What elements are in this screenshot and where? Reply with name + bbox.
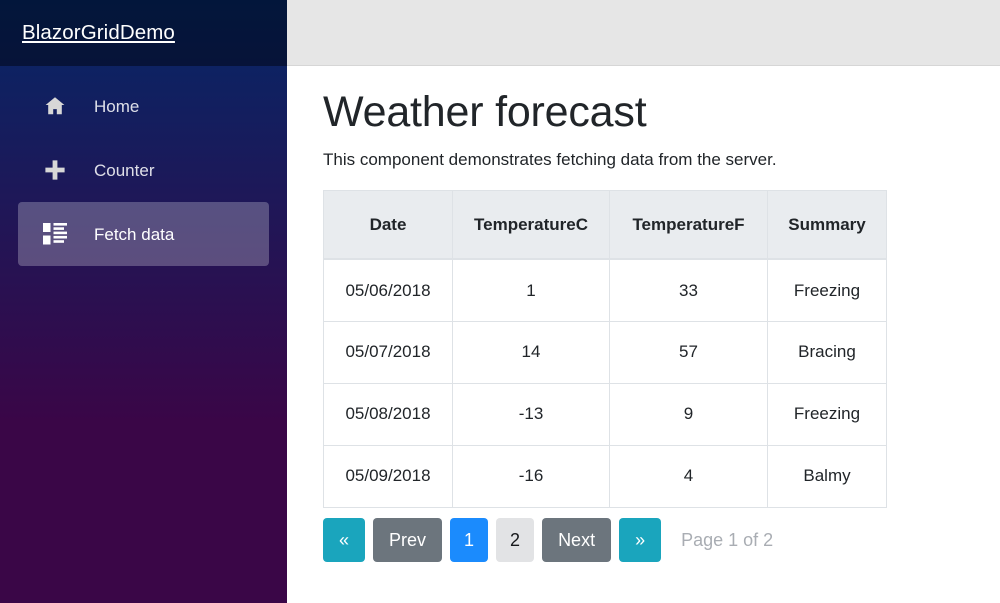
cell-temperature-c: -16 (452, 444, 610, 508)
sidebar-item-home[interactable]: Home (18, 74, 269, 138)
cell-date: 05/07/2018 (323, 320, 453, 384)
page-content: Weather forecast This component demonstr… (287, 66, 1000, 603)
grid-wrapper: Date TemperatureC TemperatureF Summary 0… (323, 189, 887, 562)
sidebar-item-fetch-data-inner: Fetch data (18, 202, 269, 266)
sidebar-item-home-inner: Home (18, 74, 269, 138)
cell-temperature-c: 14 (452, 320, 610, 384)
cell-temperature-f: 4 (609, 444, 768, 508)
cell-temperature-f: 33 (609, 258, 768, 322)
cell-date: 05/08/2018 (323, 382, 453, 446)
cell-summary: Freezing (767, 382, 887, 446)
page-title: Weather forecast (323, 88, 647, 136)
sidebar-item-fetch-data[interactable]: Fetch data (18, 202, 269, 266)
table-head: Date TemperatureC TemperatureF Summary (323, 189, 887, 261)
cell-date: 05/06/2018 (323, 258, 453, 322)
table-header-row: Date TemperatureC TemperatureF Summary (323, 189, 887, 261)
column-header-temperature-f[interactable]: TemperatureF (609, 189, 768, 261)
brand-link[interactable]: BlazorGridDemo (22, 22, 175, 44)
sidebar-item-counter-inner: Counter (18, 138, 269, 202)
cell-summary: Bracing (767, 320, 887, 384)
sidebar-item-counter-label: Counter (94, 160, 155, 180)
column-header-summary[interactable]: Summary (767, 189, 887, 261)
cell-date: 05/09/2018 (323, 444, 453, 508)
app-root: BlazorGridDemo Home Counter Fetch data W… (0, 0, 1000, 603)
sidebar-header: BlazorGridDemo (0, 0, 287, 66)
plus-icon (42, 157, 68, 183)
top-bar (287, 0, 1000, 66)
main-area: Weather forecast This component demonstr… (287, 0, 1000, 603)
cell-temperature-f: 57 (609, 320, 768, 384)
pagination-page-2-button[interactable]: 2 (496, 517, 535, 562)
sidebar-item-fetch-data-label: Fetch data (94, 224, 175, 244)
sidebar-item-counter[interactable]: Counter (18, 138, 269, 202)
table-row: 05/06/2018 1 33 Freezing (323, 258, 887, 322)
cell-summary: Balmy (767, 444, 887, 508)
column-header-date[interactable]: Date (323, 189, 453, 261)
table-row: 05/09/2018 -16 4 Balmy (323, 444, 887, 508)
table-row: 05/07/2018 14 57 Bracing (323, 320, 887, 384)
pagination-page-1-button[interactable]: 1 (450, 517, 489, 562)
pagination-first-button[interactable]: « (323, 517, 366, 562)
pagination-last-button[interactable]: » (619, 517, 662, 562)
sidebar-item-home-label: Home (94, 96, 140, 116)
pagination-next-button[interactable]: Next (542, 517, 612, 562)
page-subtitle: This component demonstrates fetching dat… (323, 150, 777, 170)
list-rich-icon (42, 221, 68, 247)
cell-temperature-f: 9 (609, 382, 768, 446)
pagination: « Prev 1 2 Next » Page 1 of 2 (323, 517, 887, 562)
weather-forecast-table: Date TemperatureC TemperatureF Summary 0… (323, 189, 887, 508)
sidebar: BlazorGridDemo Home Counter Fetch data (0, 0, 287, 603)
table-body: 05/06/2018 1 33 Freezing 05/07/2018 14 5… (323, 258, 887, 508)
home-icon (42, 93, 68, 119)
column-header-temperature-c[interactable]: TemperatureC (452, 189, 610, 261)
sidebar-nav: Home Counter Fetch data (0, 66, 287, 266)
cell-temperature-c: -13 (452, 382, 610, 446)
pagination-status: Page 1 of 2 (681, 529, 774, 550)
pagination-prev-button[interactable]: Prev (373, 517, 443, 562)
table-row: 05/08/2018 -13 9 Freezing (323, 382, 887, 446)
cell-temperature-c: 1 (452, 258, 610, 322)
cell-summary: Freezing (767, 258, 887, 322)
